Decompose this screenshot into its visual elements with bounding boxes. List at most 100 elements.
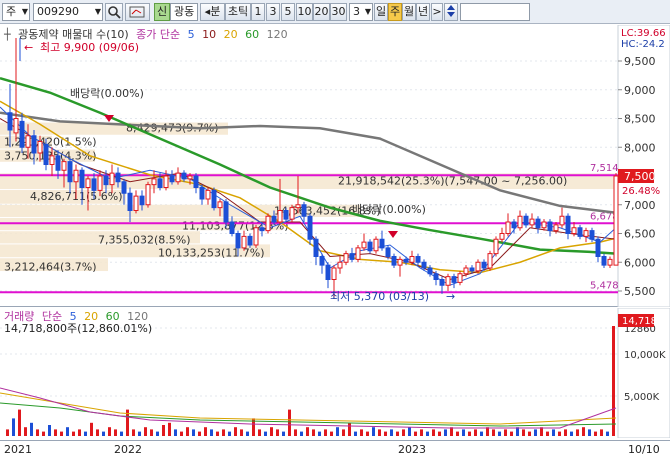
candle-up — [37, 141, 43, 154]
period-1-label: 1 — [254, 5, 262, 18]
volume-bar-up — [96, 429, 99, 436]
period-20-label: 20 — [314, 5, 329, 18]
candle-up — [361, 241, 367, 249]
period-button-1[interactable]: 1 — [251, 3, 265, 21]
stock-name-field: 광동 — [170, 3, 198, 21]
legend-marker-icon: ┼ — [4, 28, 11, 41]
volume-bar-down — [120, 431, 123, 436]
volume-bar-up — [6, 429, 9, 436]
volume-bar-up — [78, 429, 81, 436]
updown-toggle-button[interactable] — [444, 3, 458, 21]
volume-bar-up — [54, 429, 57, 436]
candle-up — [553, 224, 559, 232]
volume-summary: 14,718,800주(12,860.01%) — [4, 320, 156, 336]
day-label: 일 — [375, 5, 387, 18]
volume-bar-down — [102, 431, 105, 436]
candle-down — [199, 187, 205, 200]
search-button[interactable] — [105, 3, 123, 21]
candle-up — [445, 276, 451, 286]
candle-up — [265, 215, 271, 232]
interval-tick-button[interactable]: 초틱 — [225, 3, 251, 21]
candle-down — [127, 192, 133, 211]
month-button[interactable]: 월 — [402, 3, 416, 21]
volume-bar-up — [522, 429, 525, 436]
extra-input[interactable] — [460, 3, 530, 21]
settings-button[interactable] — [125, 3, 150, 21]
volume-bar-down — [48, 425, 51, 436]
period-button-20[interactable]: 20 — [313, 3, 330, 21]
period-button-3[interactable]: 3 — [266, 3, 280, 21]
next-button[interactable]: > — [431, 3, 443, 21]
candle-down — [103, 175, 109, 186]
candle-down — [325, 264, 331, 280]
dividend-arrow-icon-2 — [388, 231, 398, 238]
volume-bar-up — [42, 431, 45, 436]
candle-down — [139, 195, 145, 206]
volume-bar-down — [552, 429, 555, 436]
price-tick-label: 8,500 — [624, 113, 656, 126]
volume-bar-up — [330, 431, 333, 436]
period-5-label: 5 — [284, 5, 292, 18]
period-button-30[interactable]: 30 — [330, 3, 347, 21]
x-label-2021: 2021 — [4, 443, 32, 456]
high-arrow-icon: ← — [24, 41, 33, 54]
candle-up — [73, 169, 79, 183]
period-button-10[interactable]: 10 — [296, 3, 313, 21]
candle-up — [337, 261, 343, 269]
volume-bar-up — [324, 429, 327, 436]
candle-down — [415, 256, 421, 263]
volume-bar-up — [276, 429, 279, 436]
candle-up — [541, 221, 547, 229]
price-tick-label: 6,500 — [624, 228, 656, 241]
candle-down — [595, 238, 601, 257]
day-button[interactable]: 일 — [374, 3, 388, 21]
candle-down — [67, 161, 73, 183]
volume-bar-up — [378, 429, 381, 436]
market-select[interactable]: 주 ▼ — [2, 3, 30, 21]
volume-bar-up — [438, 431, 441, 436]
period-button-5[interactable]: 5 — [281, 3, 295, 21]
price-tick-label: 9,500 — [624, 55, 656, 68]
candle-up — [49, 155, 55, 165]
stock-code-input[interactable]: 009290 ▼ — [33, 3, 103, 21]
volume-bar-down — [174, 429, 177, 436]
stock-code-value: 009290 — [37, 5, 79, 18]
candle-down — [91, 178, 97, 191]
volume-bar-up — [306, 427, 309, 436]
price-tick-label: 6,000 — [624, 256, 656, 269]
volume-bar-up — [204, 427, 207, 436]
candle-down — [577, 227, 583, 237]
week-label: 주 — [389, 5, 401, 18]
volume-bar-up — [366, 431, 369, 436]
candle-up — [583, 230, 589, 237]
time-axis: 2021 2022 2023 10/10 — [0, 440, 670, 459]
volume-bar-down — [84, 431, 87, 436]
volume-bar-up — [24, 427, 27, 436]
candle-down — [283, 210, 289, 220]
candle-up — [277, 210, 283, 223]
volume-ma20-line — [0, 392, 617, 425]
candle-down — [307, 215, 313, 240]
volume-bar-up — [600, 429, 603, 436]
stock-name-value: 광동 — [174, 5, 195, 18]
volume-bar-up — [258, 429, 261, 436]
volume-bar-down — [426, 431, 429, 436]
volume-bar-up — [312, 429, 315, 436]
candle-down — [319, 256, 325, 266]
volume-bar-up — [474, 429, 477, 436]
candle-down — [259, 227, 265, 232]
x-label-last-date: 10/10 — [628, 443, 660, 456]
volume-bar-down — [606, 431, 609, 436]
interval-minute-button[interactable]: ◂분 — [200, 3, 225, 21]
count-select[interactable]: 3 ▼ — [349, 3, 373, 21]
candle-up — [409, 256, 415, 263]
year-button[interactable]: 년 — [416, 3, 430, 21]
candle-up — [61, 161, 67, 171]
volume-bar-down — [66, 427, 69, 436]
price-chart-panel: 9,500 9,000 8,500 8,000 7,500 7,000 6,500 6,000… — [0, 25, 670, 307]
candle-down — [391, 256, 397, 266]
price-chart-canvas[interactable]: 9,500 9,000 8,500 8,000 7,500 7,000 6,500 6,000… — [0, 25, 670, 307]
current-price-label: 7,500 — [624, 170, 656, 183]
x-label-2023: 2023 — [398, 443, 426, 456]
week-button[interactable]: 주 — [388, 3, 402, 21]
